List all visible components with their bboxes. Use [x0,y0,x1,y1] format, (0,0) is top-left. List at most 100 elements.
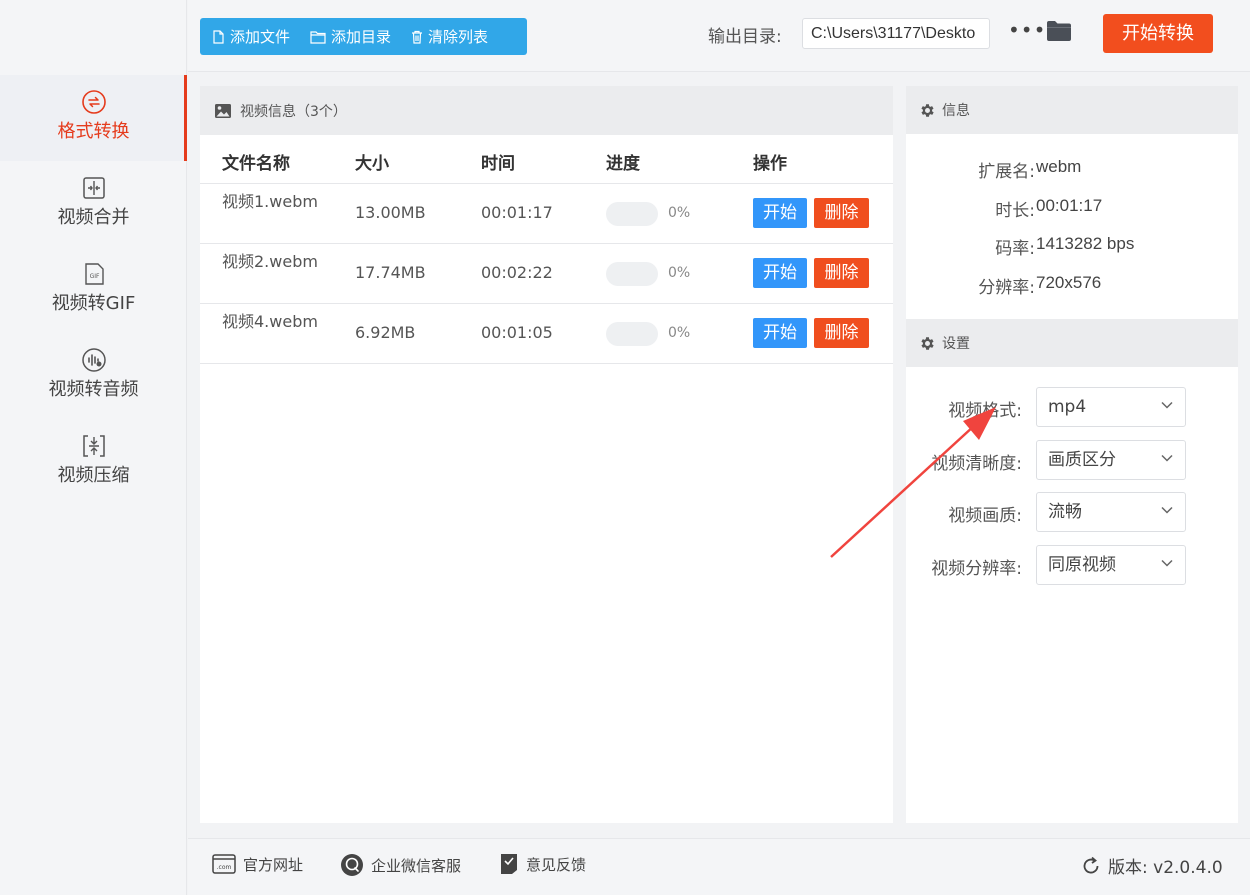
start-button[interactable]: 开始 [753,198,807,228]
select-value: mp4 [1048,397,1087,417]
start-convert-button[interactable]: 开始转换 [1103,14,1213,53]
setting-label: 视频分辨率: [931,558,1022,579]
chevron-down-icon [1161,454,1173,462]
clear-list-label: 清除列表 [428,28,489,46]
add-directory-button[interactable]: 添加目录 [310,26,391,47]
open-folder-icon[interactable] [1046,20,1072,42]
file-size: 17.74MB [355,263,426,282]
setting-row-video-resolution: 视频分辨率: 同原视频 [906,544,1238,598]
setting-label: 视频格式: [948,401,1022,421]
compress-icon [82,435,105,457]
delete-button[interactable]: 删除 [814,198,869,228]
add-file-label: 添加文件 [230,28,291,46]
gif-icon: GIF [84,263,104,285]
video-quality-select[interactable]: 流畅 [1036,492,1186,532]
column-header-progress: 进度 [606,154,640,174]
info-value: 1413282 bps [1036,234,1135,253]
info-row-extension: 扩展名: webm [906,148,1238,187]
setting-label: 视频画质: [948,506,1022,526]
wechat-support-label: 企业微信客服 [371,856,462,875]
official-website-link[interactable]: .com 官方网址 [212,853,303,875]
add-directory-label: 添加目录 [331,28,392,46]
info-value: webm [1036,157,1082,176]
video-format-select[interactable]: mp4 [1036,387,1186,427]
setting-row-video-clarity: 视频清晰度: 画质区分 [906,439,1238,493]
more-options-button[interactable]: ••• [1008,18,1046,42]
sidebar-item-label: 视频转音频 [48,379,139,400]
version-info[interactable]: 版本: v2.0.4.0 [1081,853,1223,878]
file-size: 13.00MB [355,203,426,222]
settings-section-header: 设置 [906,319,1238,367]
file-duration: 00:02:22 [481,263,553,282]
info-row-duration: 时长: 00:01:17 [906,187,1238,226]
refresh-icon [1083,856,1099,873]
chat-support-icon [341,854,363,876]
file-icon [213,29,224,44]
select-value: 同原视频 [1048,554,1116,575]
info-key: 码率: [995,239,1035,259]
setting-row-video-format: 视频格式: mp4 [906,387,1238,440]
file-duration: 00:01:05 [481,323,553,342]
select-value: 流畅 [1048,502,1082,522]
wechat-support-link[interactable]: 企业微信客服 [340,853,461,877]
feedback-icon [501,854,517,874]
chevron-down-icon [1161,559,1173,567]
select-value: 画质区分 [1048,449,1116,470]
file-name: 视频2.webm [222,252,318,271]
sidebar-item-video-to-audio[interactable]: 视频转音频 [0,333,187,419]
footer-bar: .com 官方网址 企业微信客服 意见反馈 版本: v2.0.4.0 [188,838,1250,895]
delete-button[interactable]: 删除 [814,318,869,348]
add-file-button[interactable]: 添加文件 [212,26,290,47]
gear-icon [921,336,934,350]
column-header-size: 大小 [355,154,389,174]
sidebar-item-label: 视频压缩 [57,465,130,486]
sidebar: 格式转换 视频合并 GIF 视频转GIF 视频转音频 视频压缩 [0,0,187,895]
video-clarity-select[interactable]: 画质区分 [1036,439,1186,480]
sidebar-item-format-convert[interactable]: 格式转换 [0,75,187,161]
video-resolution-select[interactable]: 同原视频 [1036,544,1186,585]
clear-list-button[interactable]: 清除列表 [411,26,488,47]
delete-button[interactable]: 删除 [814,258,869,288]
column-header-name: 文件名称 [222,154,290,174]
file-duration: 00:01:17 [481,203,553,222]
info-key: 扩展名: [978,162,1035,182]
info-value: 720x576 [1036,272,1102,292]
video-info-title: 视频信息（3个） [240,103,347,120]
audio-icon [81,348,106,372]
file-size: 6.92MB [355,323,416,342]
video-list-panel: 视频信息（3个） 文件名称 大小 时间 进度 操作 视频1.webm 13.00… [200,86,893,823]
output-directory-field[interactable]: C:\Users\31177\Deskto [802,18,990,49]
start-button[interactable]: 开始 [753,258,807,288]
sidebar-item-video-compress[interactable]: 视频压缩 [0,419,187,505]
table-row: 视频1.webm 13.00MB 00:01:17 0% 开始 删除 [200,184,893,244]
merge-icon [82,177,105,199]
table-header: 文件名称 大小 时间 进度 操作 [200,135,893,184]
chevron-down-icon [1161,401,1173,409]
sidebar-item-video-merge[interactable]: 视频合并 [0,161,187,247]
sidebar-item-label: 格式转换 [57,121,130,142]
start-button[interactable]: 开始 [753,318,807,348]
setting-row-video-quality: 视频画质: 流畅 [906,492,1238,545]
svg-text:.com: .com [217,864,232,871]
progress-percent: 0% [668,265,691,281]
trash-icon [412,30,423,44]
image-icon [215,103,231,118]
top-toolbar: 添加文件 添加目录 清除列表 输出目录: C:\Users\31177\Desk… [188,0,1250,72]
settings-section-title: 设置 [942,336,970,352]
output-directory-label: 输出目录: [708,27,782,47]
svg-text:GIF: GIF [89,273,99,280]
website-icon: .com [212,854,236,874]
feedback-label: 意见反馈 [526,855,587,874]
sidebar-item-label: 视频合并 [57,207,130,228]
column-header-time: 时间 [481,154,515,174]
feedback-link[interactable]: 意见反馈 [499,853,586,875]
info-value: 00:01:17 [1036,195,1103,215]
table-row: 视频4.webm 6.92MB 00:01:05 0% 开始 删除 [200,304,893,364]
version-label: 版本: v2.0.4.0 [1108,858,1223,878]
official-website-label: 官方网址 [243,855,304,874]
sidebar-item-video-to-gif[interactable]: GIF 视频转GIF [0,247,187,333]
column-header-actions: 操作 [753,154,787,174]
info-section-header: 信息 [906,86,1238,134]
chevron-down-icon [1161,506,1173,514]
setting-label: 视频清晰度: [931,453,1022,474]
